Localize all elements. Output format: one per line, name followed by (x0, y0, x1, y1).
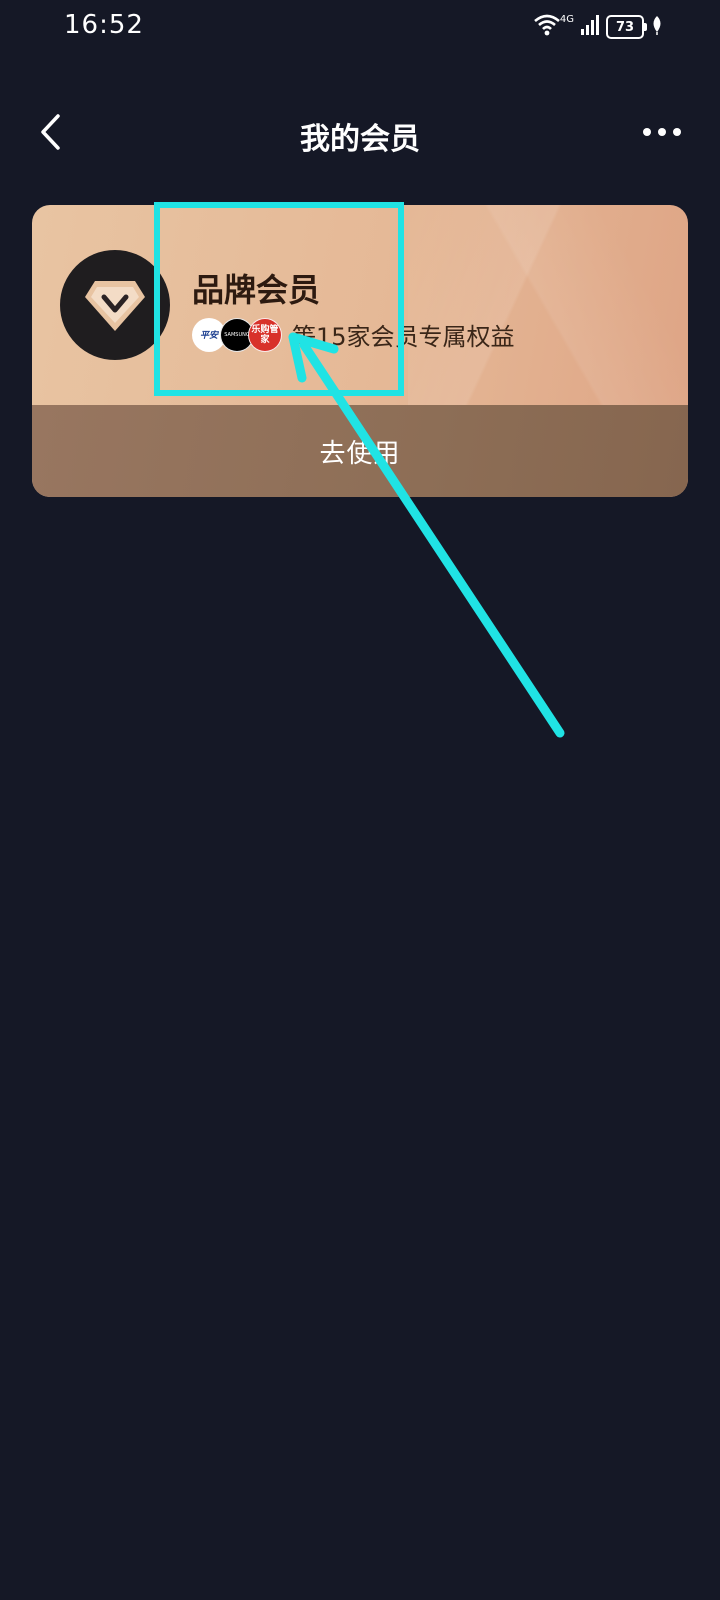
use-button[interactable]: 去使用 (32, 405, 688, 497)
diamond-v-icon (85, 281, 145, 331)
page-header: 我的会员 (0, 100, 720, 164)
more-options-button[interactable] (634, 110, 690, 154)
use-button-label: 去使用 (319, 438, 401, 469)
annotation-highlight-box (154, 202, 404, 396)
leaf-icon (650, 15, 664, 39)
status-icons: 4G 73 (534, 12, 664, 42)
battery-level: 73 (615, 19, 635, 35)
battery-icon: 73 (606, 15, 647, 39)
page-title: 我的会员 (300, 122, 420, 157)
network-type-label: 4G (559, 13, 574, 25)
card-decoration (392, 205, 688, 410)
wifi-icon (534, 14, 560, 40)
signal-icon (580, 14, 600, 40)
more-horizontal-icon (643, 128, 681, 136)
status-bar: 16:52 4G 73 (0, 0, 720, 56)
status-time: 16:52 (64, 10, 144, 40)
